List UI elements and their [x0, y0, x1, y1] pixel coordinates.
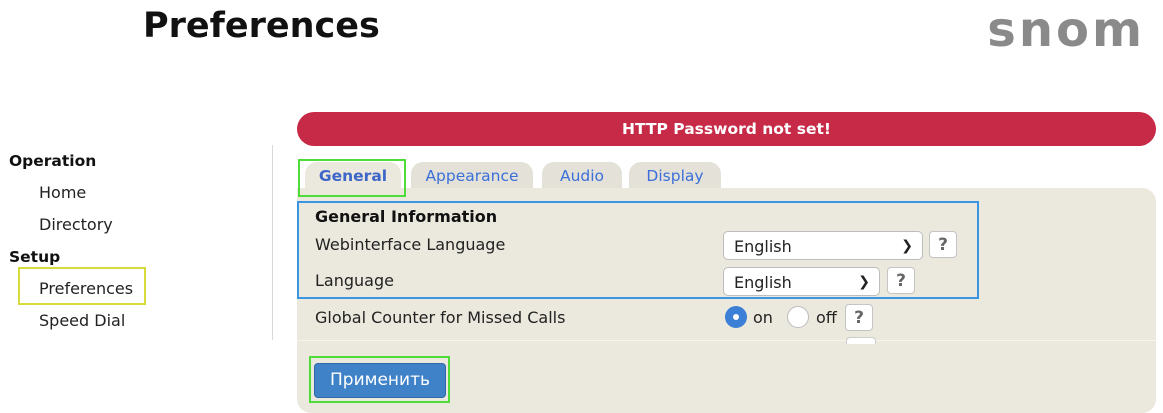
missed-calls-on-label: on	[753, 308, 773, 327]
snom-logo: snom	[987, 2, 1145, 58]
sidebar-item-preferences[interactable]: Preferences	[39, 279, 133, 298]
missed-calls-off-label: off	[816, 308, 837, 327]
sidebar-section-setup: Setup	[9, 248, 61, 266]
page-title: Preferences	[143, 6, 380, 46]
tab-audio[interactable]: Audio	[542, 162, 622, 188]
tab-appearance[interactable]: Appearance	[411, 162, 533, 188]
missed-calls-on-radio[interactable]	[725, 306, 747, 328]
sidebar-section-operation: Operation	[9, 152, 97, 170]
tab-display[interactable]: Display	[629, 162, 721, 188]
missed-calls-help-icon[interactable]: ?	[845, 304, 873, 331]
sidebar-item-home[interactable]: Home	[39, 183, 86, 202]
missed-calls-counter-label: Global Counter for Missed Calls	[315, 308, 566, 327]
apply-button-highlight-frame	[309, 356, 450, 403]
general-tab-highlight-frame	[298, 159, 406, 197]
sidebar-item-speed-dial[interactable]: Speed Dial	[39, 311, 125, 330]
password-warning-banner: HTTP Password not set!	[297, 112, 1156, 146]
missed-calls-off-radio[interactable]	[787, 306, 809, 328]
general-information-highlight-frame	[297, 201, 979, 299]
sidebar: Operation Home Directory Setup Preferenc…	[0, 145, 273, 340]
sidebar-item-directory[interactable]: Directory	[39, 215, 113, 234]
next-help-icon	[846, 337, 876, 344]
